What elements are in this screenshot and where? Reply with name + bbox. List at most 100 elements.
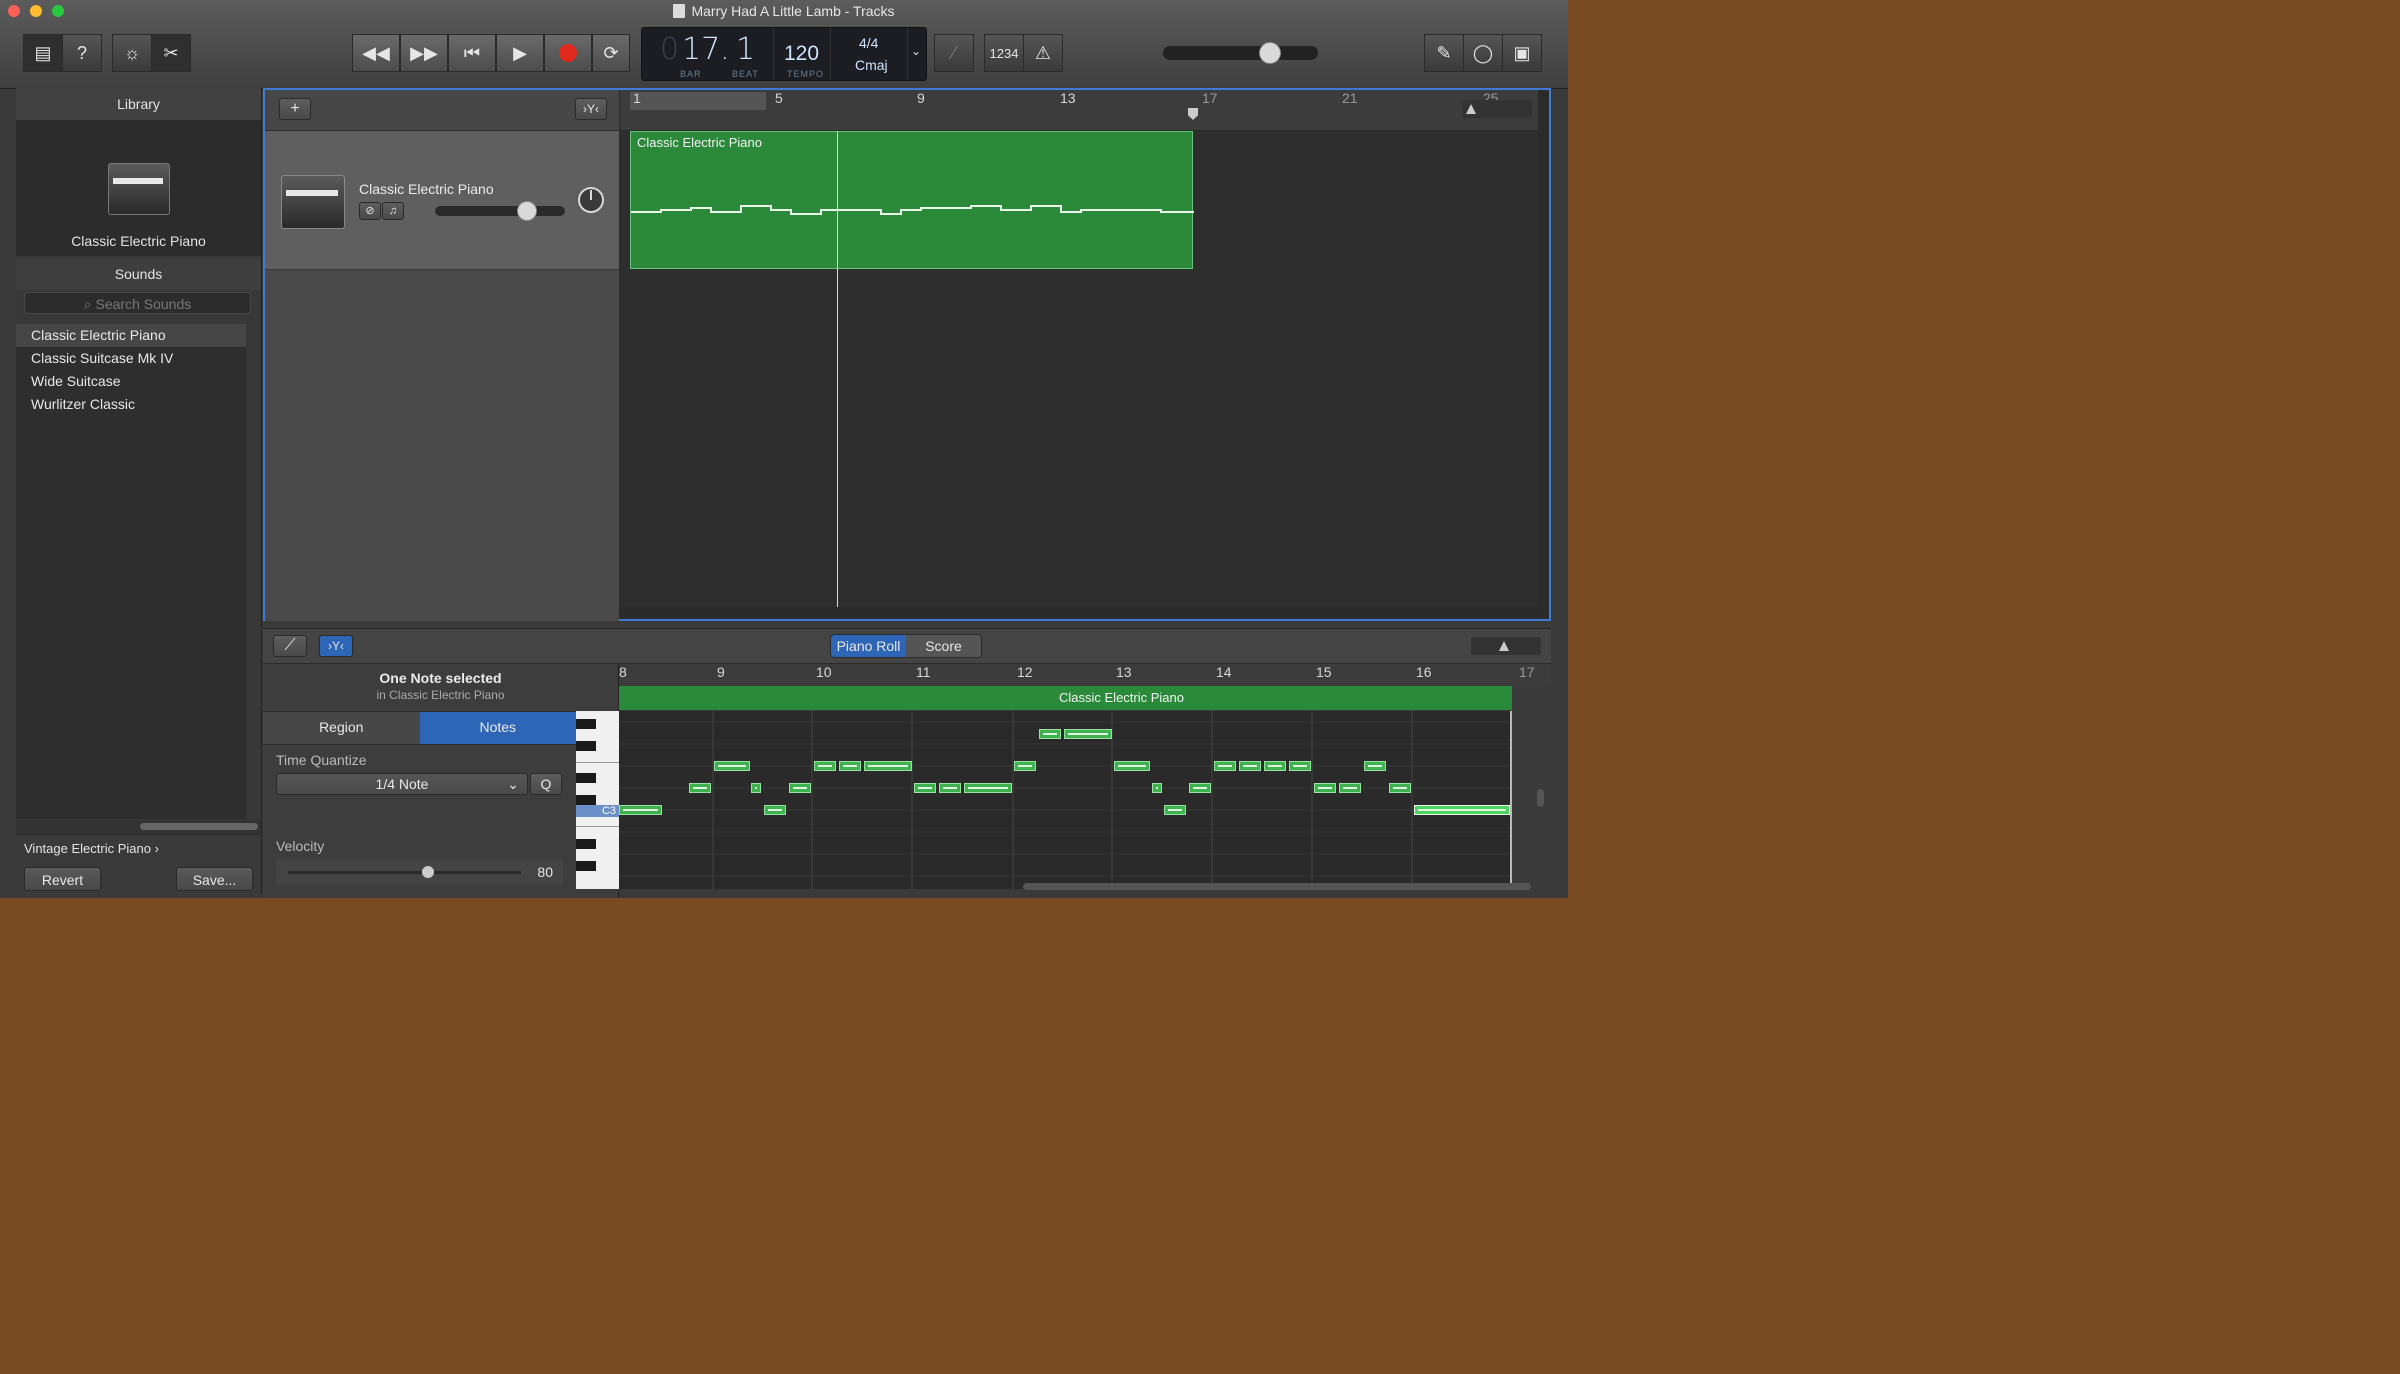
quantize-button[interactable]: Q xyxy=(530,773,562,795)
velocity-slider-thumb[interactable] xyxy=(421,866,434,878)
midi-note[interactable] xyxy=(714,761,750,771)
midi-note[interactable] xyxy=(1364,761,1386,771)
timeline-ruler[interactable]: 1 5 9 13 17 21 25 xyxy=(620,90,1538,131)
midi-note[interactable] xyxy=(1189,783,1211,793)
tuner-button[interactable]: ⁄ xyxy=(934,34,974,72)
pan-knob[interactable] xyxy=(578,187,604,213)
lcd-chevron-down-icon[interactable]: ⌄ xyxy=(911,44,921,58)
quick-help-button[interactable]: ? xyxy=(62,34,102,72)
cycle-region[interactable] xyxy=(630,92,766,110)
piano-roll-region-bar[interactable]: Classic Electric Piano xyxy=(619,686,1512,710)
midi-note[interactable] xyxy=(1039,729,1061,739)
playhead-handle[interactable] xyxy=(1188,108,1198,120)
track-name[interactable]: Classic Electric Piano xyxy=(359,181,494,197)
midi-note[interactable] xyxy=(789,783,811,793)
black-key[interactable] xyxy=(576,795,596,805)
midi-note[interactable] xyxy=(814,761,836,771)
horizontal-scroll-thumb[interactable] xyxy=(1023,883,1531,890)
piano-roll-grid[interactable] xyxy=(619,711,1512,889)
sound-item[interactable]: Wurlitzer Classic xyxy=(16,393,246,416)
media-browser-button[interactable]: ▣ xyxy=(1502,34,1542,72)
save-button[interactable]: Save... xyxy=(176,867,253,891)
track-volume-knob[interactable] xyxy=(517,201,537,221)
loop-browser-button[interactable]: ◯ xyxy=(1463,34,1503,72)
midi-note[interactable] xyxy=(689,783,711,793)
midi-note[interactable] xyxy=(1389,783,1411,793)
automation-button[interactable]: ⟋ xyxy=(273,635,307,657)
track-header[interactable]: Classic Electric Piano ⊘ ♫ xyxy=(265,131,619,270)
chevron-right-icon: › xyxy=(154,841,159,856)
master-volume-knob[interactable] xyxy=(1259,42,1281,64)
midi-note[interactable] xyxy=(1152,783,1162,793)
piano-roll-ruler[interactable]: 8 9 10 11 12 13 14 15 16 17 xyxy=(619,664,1551,686)
midi-note[interactable] xyxy=(1314,783,1336,793)
midi-region[interactable]: Classic Electric Piano xyxy=(630,131,1194,269)
midi-note[interactable] xyxy=(1064,729,1112,739)
add-track-button[interactable]: + xyxy=(279,98,311,120)
midi-note[interactable] xyxy=(839,761,861,771)
play-button[interactable]: ▶ xyxy=(496,34,544,72)
piano-keyboard[interactable]: C3 xyxy=(576,711,619,889)
editor-zoom-thumb[interactable] xyxy=(1499,641,1509,651)
metronome-button[interactable]: ⚠ xyxy=(1023,34,1063,72)
midi-note[interactable] xyxy=(1239,761,1261,771)
zoom-slider-thumb[interactable] xyxy=(1466,104,1476,114)
velocity-slider[interactable] xyxy=(288,866,521,878)
midi-note[interactable] xyxy=(1164,805,1186,815)
midi-note[interactable] xyxy=(1014,761,1036,771)
sound-item[interactable]: Wide Suitcase xyxy=(16,370,246,393)
vertical-scroll-thumb[interactable] xyxy=(1537,789,1544,807)
library-scrollbar[interactable] xyxy=(16,820,261,834)
sound-item[interactable]: Classic Suitcase Mk IV xyxy=(16,347,246,370)
black-key[interactable] xyxy=(576,839,596,849)
smart-controls-button[interactable]: ☼ xyxy=(112,34,152,72)
midi-note[interactable] xyxy=(864,761,912,771)
midi-note[interactable] xyxy=(1114,761,1150,771)
tab-notes[interactable]: Notes xyxy=(419,712,576,744)
cycle-button[interactable]: ⟳ xyxy=(592,34,630,72)
library-button[interactable]: ▤ xyxy=(23,34,63,72)
sound-item[interactable]: Classic Electric Piano xyxy=(16,324,246,347)
midi-note[interactable] xyxy=(1214,761,1236,771)
master-volume-slider[interactable] xyxy=(1163,42,1318,64)
notepad-button[interactable]: ✎ xyxy=(1424,34,1464,72)
time-quantize-select[interactable]: 1/4 Note ⌄ xyxy=(276,773,528,795)
editor-zoom-slider[interactable] xyxy=(1471,637,1541,655)
midi-note[interactable] xyxy=(939,783,961,793)
rewind-button[interactable]: ◀◀ xyxy=(352,34,400,72)
headphones-button[interactable]: ♫ xyxy=(382,202,404,220)
midi-note[interactable] xyxy=(619,805,662,815)
fast-forward-button[interactable]: ▶▶ xyxy=(400,34,448,72)
black-key[interactable] xyxy=(576,861,596,871)
arrange-area[interactable]: Classic Electric Piano xyxy=(620,131,1538,607)
go-to-beginning-button[interactable]: ⏮ xyxy=(448,34,496,72)
velocity-value[interactable]: 80 xyxy=(537,864,553,880)
zoom-slider[interactable] xyxy=(1462,100,1532,118)
search-sounds-input[interactable]: ⌕ Search Sounds xyxy=(24,292,251,314)
track-volume-slider[interactable] xyxy=(435,201,565,221)
midi-note[interactable] xyxy=(914,783,936,793)
catch-playhead-button[interactable]: ›Y‹ xyxy=(319,635,353,657)
tab-piano-roll[interactable]: Piano Roll xyxy=(831,635,906,657)
black-key[interactable] xyxy=(576,719,596,729)
tab-score[interactable]: Score xyxy=(906,635,981,657)
patch-breadcrumb[interactable]: Vintage Electric Piano › xyxy=(24,841,159,856)
midi-note[interactable] xyxy=(1339,783,1361,793)
midi-note[interactable] xyxy=(1289,761,1311,771)
midi-note[interactable] xyxy=(751,783,761,793)
editors-button[interactable]: ✂ xyxy=(151,34,191,72)
library-scroll-thumb[interactable] xyxy=(140,823,258,830)
black-key[interactable] xyxy=(576,741,596,751)
midi-note[interactable] xyxy=(1264,761,1286,771)
midi-note[interactable] xyxy=(764,805,786,815)
record-button[interactable] xyxy=(544,34,592,72)
midi-note[interactable] xyxy=(964,783,1012,793)
selected-midi-note[interactable] xyxy=(1414,805,1510,815)
black-key[interactable] xyxy=(576,773,596,783)
revert-button[interactable]: Revert xyxy=(24,867,101,891)
mute-button[interactable]: ⊘ xyxy=(359,202,381,220)
lcd-display[interactable]: 0 17 . 1 BAR BEAT 120 TEMPO 4/4 Cmaj ⌄ xyxy=(641,27,927,81)
catch-playhead-button[interactable]: ›Y‹ xyxy=(575,98,607,120)
tab-region[interactable]: Region xyxy=(263,712,420,744)
count-in-button[interactable]: 1234 xyxy=(984,34,1024,72)
